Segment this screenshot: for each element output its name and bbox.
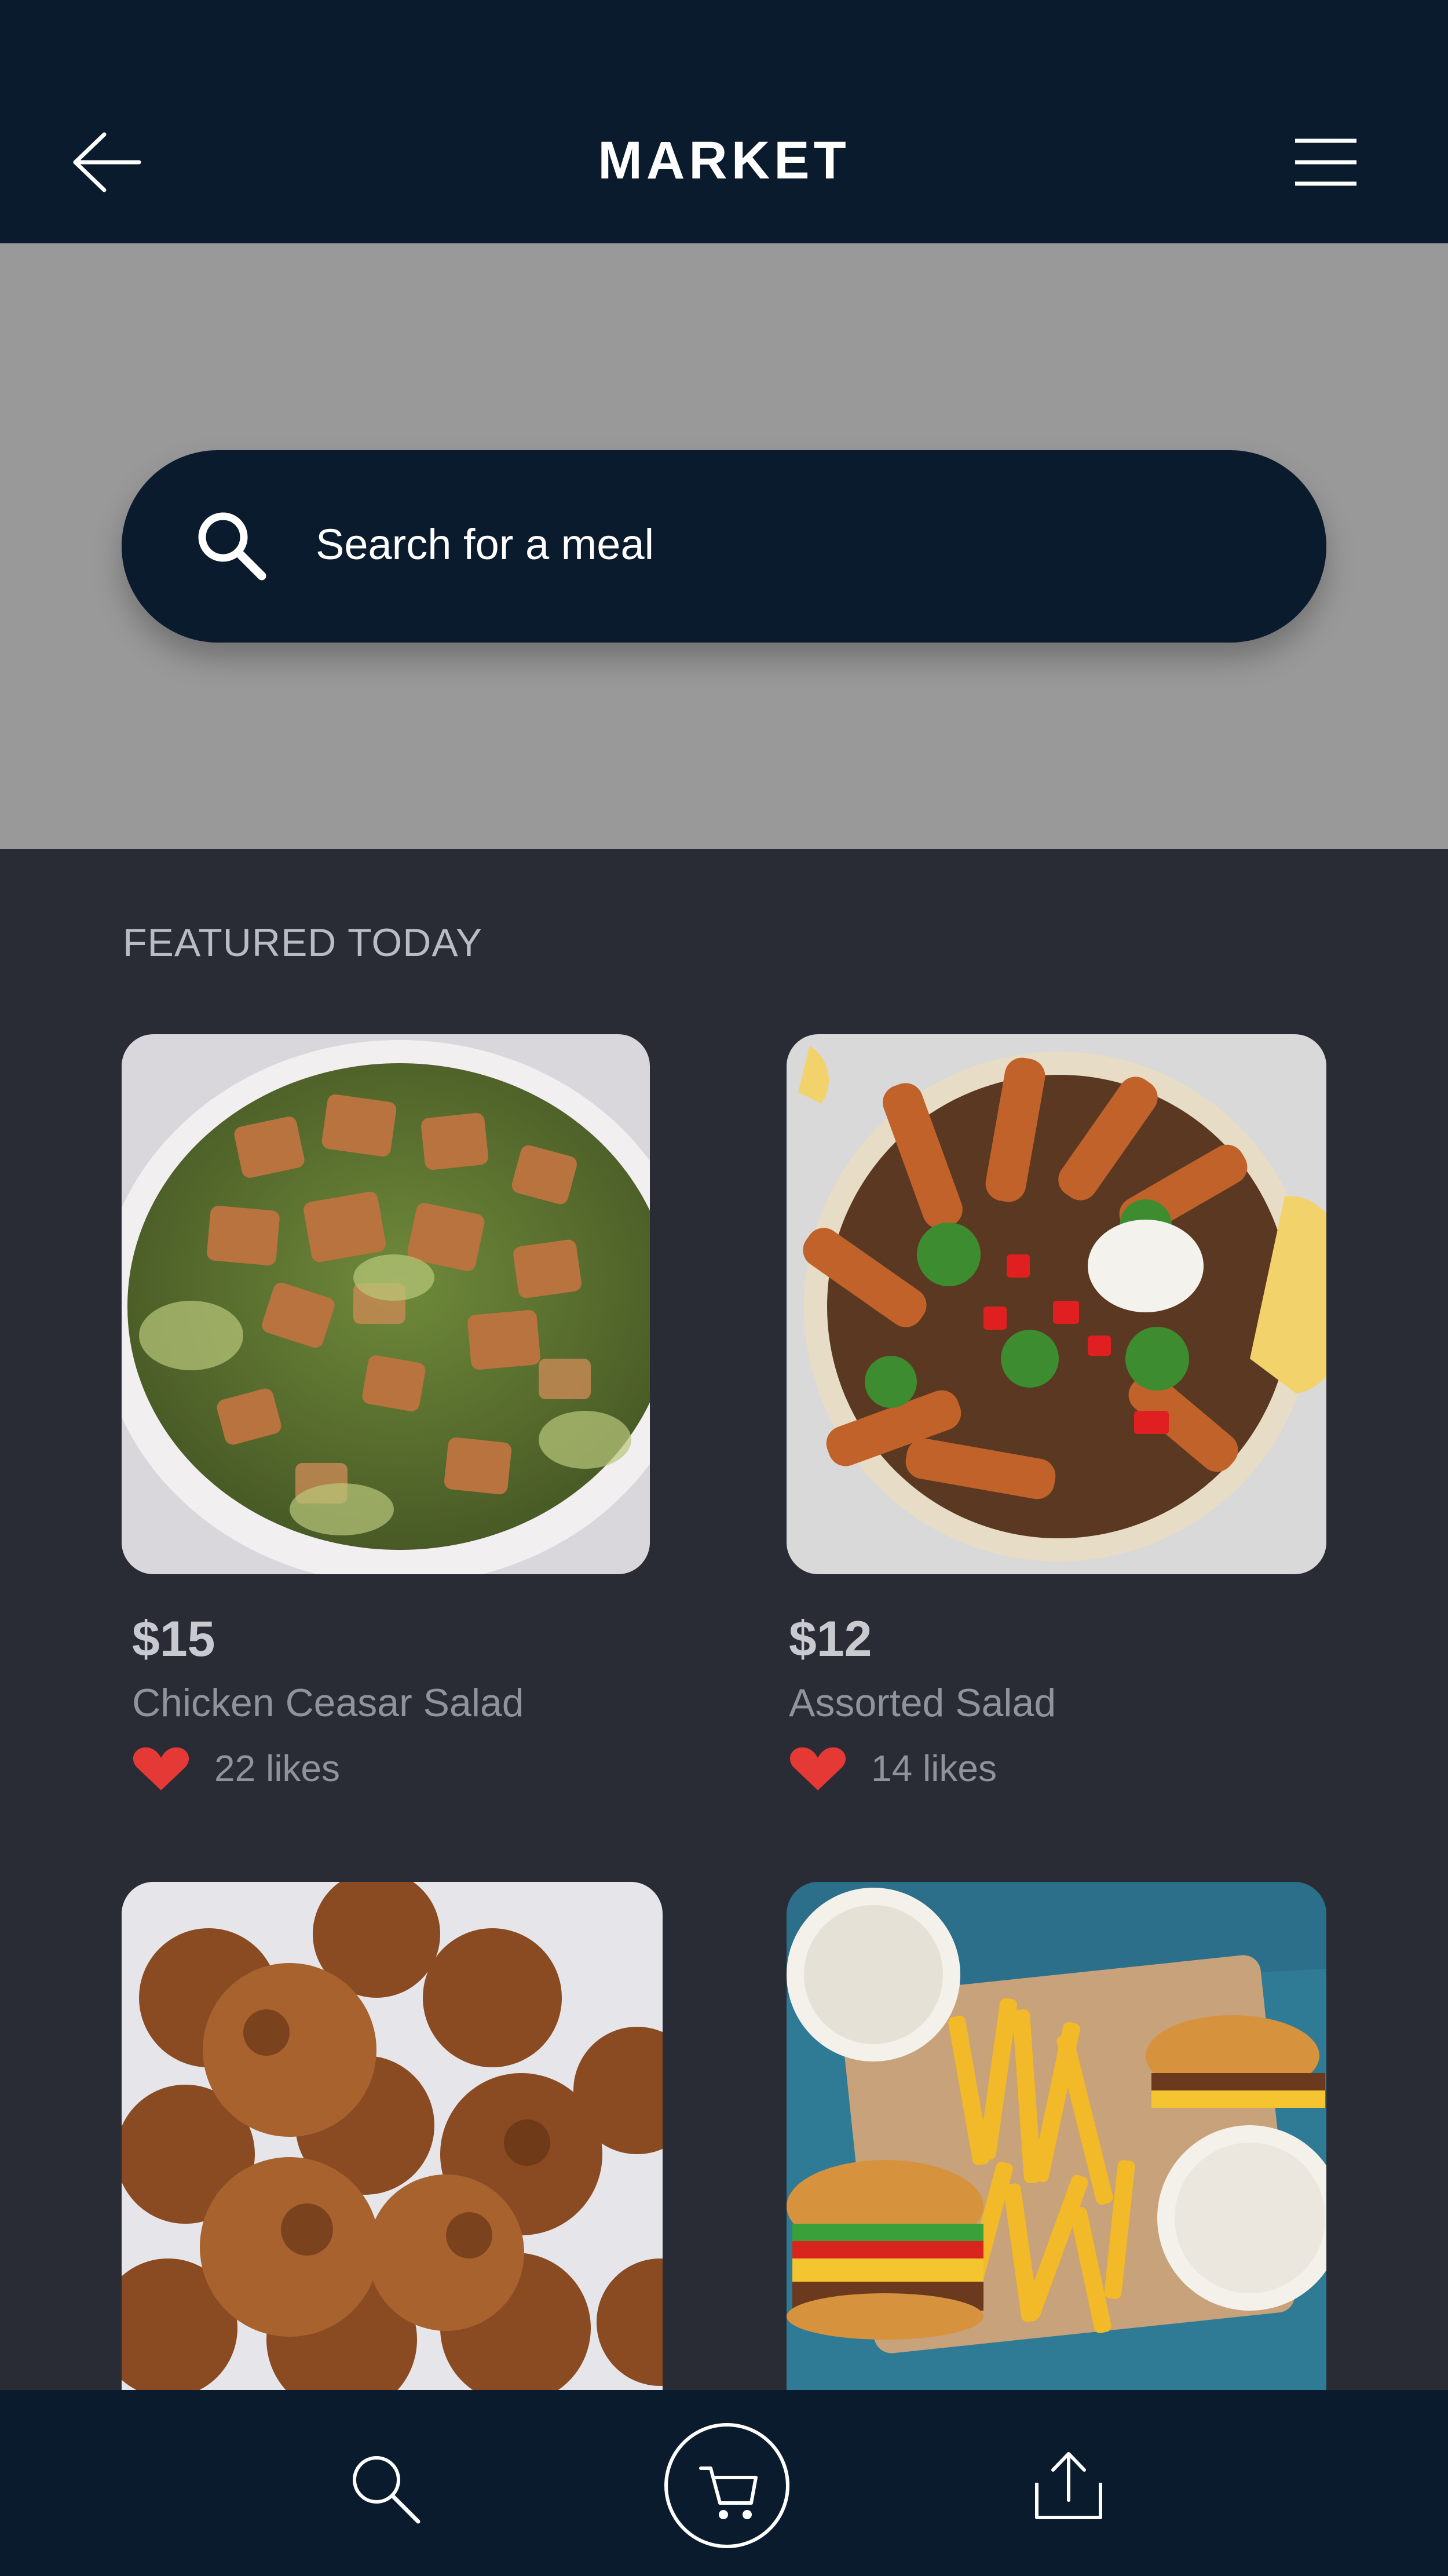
menu-button[interactable] [1292, 136, 1361, 188]
falafel-photo [122, 1882, 663, 2390]
item-price: $12 [789, 1611, 872, 1667]
food-image-burgers-and-fries[interactable] [787, 1882, 1326, 2390]
salad-photo [787, 1034, 1326, 1574]
share-upload-icon [1035, 2452, 1102, 2519]
section-title-featured: FEATURED TODAY [123, 921, 483, 965]
nav-cart-button[interactable] [663, 2422, 791, 2549]
food-image-chicken-caesar-salad[interactable] [122, 1034, 650, 1574]
search-section: Search for a meal [0, 243, 1448, 849]
bottom-navigation-bar [0, 2390, 1448, 2576]
search-icon [353, 2456, 420, 2524]
like-button[interactable]: 14 likes [789, 1745, 997, 1791]
salad-photo [122, 1034, 650, 1574]
like-button[interactable]: 22 likes [132, 1745, 340, 1791]
nav-search-button[interactable] [348, 2451, 423, 2526]
page-title: MARKET [598, 131, 850, 190]
like-count: 22 likes [214, 1747, 340, 1789]
item-name: Assorted Salad [789, 1681, 1056, 1725]
item-price: $15 [132, 1611, 215, 1667]
like-count: 14 likes [871, 1747, 997, 1789]
cart-icon [664, 2423, 789, 2548]
food-image-falafel[interactable] [122, 1882, 663, 2390]
hamburger-menu-icon [1295, 138, 1356, 186]
heart-icon [789, 1747, 846, 1790]
item-name: Chicken Ceasar Salad [132, 1681, 524, 1725]
burger-fries-photo [787, 1882, 1326, 2390]
heart-icon [133, 1747, 189, 1790]
search-icon [198, 512, 266, 581]
top-app-bar: MARKET [0, 0, 1448, 243]
search-input[interactable]: Search for a meal [122, 450, 1326, 643]
food-image-assorted-salad[interactable] [787, 1034, 1326, 1574]
nav-share-button[interactable] [1031, 2448, 1106, 2523]
search-placeholder: Search for a meal [316, 520, 654, 568]
